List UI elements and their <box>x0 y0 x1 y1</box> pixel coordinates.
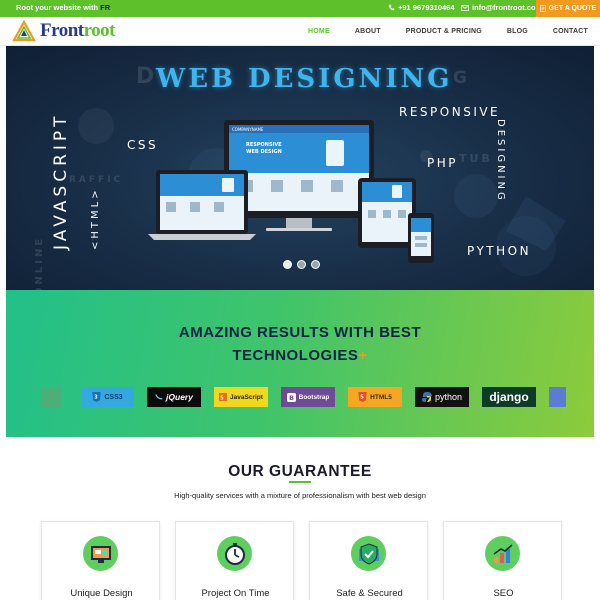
tech-logo-javascript: 5 JavaScript <box>214 387 268 407</box>
tech-label-css3: CSS3 <box>104 393 123 401</box>
css3-icon: 3 <box>92 392 102 402</box>
growth-chart-icon <box>485 536 520 571</box>
tech-logo-bootstrap: B Bootstrap <box>281 387 335 407</box>
email-link[interactable]: info@frontroot.co <box>461 3 536 12</box>
tech-logo-html5: 5 HTML5 <box>348 387 402 407</box>
partial-logo-left <box>41 387 61 407</box>
hero-python-label: PYTHON <box>467 244 532 258</box>
slider-dot-2[interactable] <box>297 260 306 269</box>
phone-icon <box>388 4 395 11</box>
guarantee-card-safe-secured[interactable]: Safe & Secured <box>309 521 428 600</box>
site-logo[interactable]: Frontroot <box>12 18 117 44</box>
hero-responsive-label: RESPONSIVE <box>399 105 501 119</box>
get-quote-label: GET A QUOTE <box>548 5 597 12</box>
technologies-section: AMAZING RESULTS WITH BEST TECHNOLOGIES+ … <box>6 290 594 437</box>
card-label-seo: SEO <box>493 588 514 599</box>
technologies-title-line1: AMAZING RESULTS WITH BEST <box>178 324 422 341</box>
slider-dots <box>283 260 320 269</box>
tech-label-python: python <box>434 392 463 402</box>
tech-label-html5: HTML5 <box>370 393 392 401</box>
python-icon <box>421 392 432 402</box>
javascript-icon: 5 <box>219 393 228 401</box>
shield-check-icon <box>351 536 386 571</box>
hero-title: WEB DESIGNING <box>156 64 453 94</box>
tech-logo-python: python <box>415 387 469 407</box>
phone-link[interactable]: +91 9679310464 <box>388 3 455 12</box>
technology-logo-carousel: 3 CSS3 jQuery 5 JavaScript B Bootstrap 5… <box>41 387 566 407</box>
tagline-brand: FR <box>100 3 111 12</box>
tech-label-jquery: jQuery <box>166 392 193 402</box>
nav-about[interactable]: ABOUT <box>355 28 381 35</box>
main-nav: HOME ABOUT PRODUCT & PRICING BLOG CONTAC… <box>283 17 588 46</box>
get-quote-button[interactable]: GET A QUOTE <box>536 0 600 17</box>
tech-logo-jquery: jQuery <box>147 387 201 407</box>
tech-logo-css3: 3 CSS3 <box>81 387 134 407</box>
stopwatch-icon <box>217 536 252 571</box>
tech-label-javascript: JavaScript <box>230 393 263 401</box>
hero-designing-label: DESIGNING <box>495 119 506 203</box>
monitor-brand: COMPANYNAME <box>232 127 264 132</box>
slider-dot-1[interactable] <box>283 260 292 269</box>
bootstrap-icon: B <box>286 392 296 402</box>
hero-slider[interactable]: D G TUB RAFFIC WEB DESIGNING JAVASCRIPT … <box>6 46 594 290</box>
monitor-headline-2: WEB DESIGN <box>246 149 282 155</box>
svg-text:5: 5 <box>360 395 364 401</box>
logo-main: Front <box>40 20 84 41</box>
slider-dot-3[interactable] <box>311 260 320 269</box>
card-label-unique-design: Unique Design <box>70 588 133 599</box>
top-bar: Root your website with FR +91 9679310464… <box>0 0 600 17</box>
tech-label-bootstrap: Bootstrap <box>298 393 330 401</box>
phone-number: +91 9679310464 <box>398 3 455 12</box>
jquery-icon <box>155 394 163 400</box>
email-address: info@frontroot.co <box>472 3 536 12</box>
svg-text:5: 5 <box>220 395 223 401</box>
nav-home[interactable]: HOME <box>308 28 330 35</box>
svg-text:B: B <box>289 395 294 402</box>
technologies-plus: + <box>358 347 368 364</box>
guarantee-card-unique-design[interactable]: Unique Design <box>41 521 160 600</box>
hero-javascript-label: JAVASCRIPT <box>51 112 71 250</box>
mail-icon <box>461 4 469 11</box>
logo-mark-icon <box>12 20 36 42</box>
unique-design-icon <box>83 536 118 571</box>
tech-label-django: django <box>489 390 529 404</box>
nav-product-pricing[interactable]: PRODUCT & PRICING <box>406 28 482 35</box>
technologies-title-line2: TECHNOLOGIES+ <box>6 347 594 364</box>
partial-logo-right <box>549 387 566 407</box>
technologies-title-text: TECHNOLOGIES <box>232 347 359 364</box>
site-header: Frontroot HOME ABOUT PRODUCT & PRICING B… <box>0 17 600 46</box>
html5-icon: 5 <box>358 392 367 402</box>
tech-logo-django: django <box>482 387 536 407</box>
hero-html-label: <HTML> <box>90 187 101 250</box>
responsive-devices-illustration: RESPONSIVE WEB DESIGN COMPANYNAME <box>148 120 434 263</box>
guarantee-card-project-on-time[interactable]: Project On Time <box>175 521 294 600</box>
guarantee-divider <box>289 481 311 483</box>
tagline-text: Root your website with <box>16 3 101 12</box>
guarantee-title: OUR GUARANTEE <box>228 463 372 480</box>
guarantee-subtitle: High-quality services with a mixture of … <box>174 491 426 500</box>
quote-icon <box>539 5 546 12</box>
logo-accent: root <box>83 20 116 41</box>
guarantee-card-seo[interactable]: SEO <box>443 521 562 600</box>
tagline: Root your website with FR <box>16 3 110 12</box>
nav-blog[interactable]: BLOG <box>507 28 528 35</box>
svg-text:3: 3 <box>95 395 99 401</box>
monitor-headline-1: RESPONSIVE <box>246 142 282 148</box>
logo-wordmark: Frontroot <box>40 20 116 42</box>
card-label-safe-secured: Safe & Secured <box>336 588 403 599</box>
nav-contact[interactable]: CONTACT <box>553 28 588 35</box>
card-label-project-on-time: Project On Time <box>201 588 270 599</box>
